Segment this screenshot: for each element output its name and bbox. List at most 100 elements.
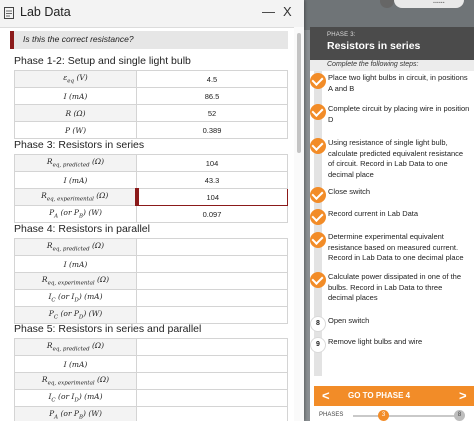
next-phase-icon[interactable]: > xyxy=(459,388,467,403)
lab-data-window: Lab Data — X Is this the correct resista… xyxy=(0,0,304,421)
value-input[interactable] xyxy=(136,289,288,307)
row-label-unit: (Ω) xyxy=(94,375,110,385)
table-row: P (W) 0.389 xyxy=(14,121,288,139)
table-row: Req, predicted (Ω) xyxy=(14,338,288,356)
row-label-unit: (or I xyxy=(55,392,75,402)
table-row: IC (or ID) (mA) xyxy=(14,289,288,307)
phase3-title: Phase 3: Resistors in series xyxy=(14,139,145,151)
phase4-table: Req, predicted (Ω) I (mA) Req, experimenta… xyxy=(14,238,288,324)
table-row: Req, experimental (Ω) 104 xyxy=(14,188,288,206)
phase4-title: Phase 4: Resistors in parallel xyxy=(14,223,150,235)
table-row: I (mA) xyxy=(14,355,288,373)
phase-dot-current[interactable]: 3 xyxy=(378,410,389,421)
phase12-table: εeq (V) 4.5 I (mA) 86.5 R (Ω) 52 P (W) 0.389 xyxy=(14,70,288,139)
phase5-table: Req, predicted (Ω) I (mA) Req, experimenta… xyxy=(14,338,288,421)
value-input[interactable]: 104 xyxy=(136,154,288,172)
value-input[interactable]: 0.389 xyxy=(136,121,288,139)
table-row: I (mA) 86.5 xyxy=(14,87,288,105)
value-input[interactable]: 0.097 xyxy=(136,205,288,223)
value-input[interactable] xyxy=(136,338,288,356)
value-input[interactable]: 4.5 xyxy=(136,70,288,88)
row-label: Req, experimental (Ω) xyxy=(14,272,137,290)
table-row: Req, predicted (Ω) xyxy=(14,238,288,256)
row-label: IC (or ID) (mA) xyxy=(14,389,137,407)
lab-scrollbar[interactable] xyxy=(294,27,304,421)
row-label-unit: (Ω) xyxy=(93,191,109,201)
table-row: PA (or PB) (W) 0.097 xyxy=(14,205,288,223)
table-row: R (Ω) 52 xyxy=(14,104,288,122)
row-label-unit: (Ω) xyxy=(89,341,105,351)
step-text: Calculate power dissipated in one of the… xyxy=(328,272,462,302)
row-label-unit: (Ω) xyxy=(94,275,110,285)
value-input[interactable]: 86.5 xyxy=(136,87,288,105)
close-button[interactable]: X xyxy=(283,4,292,19)
row-label-sub: eq, predicted xyxy=(52,246,90,253)
question-text: Is this the correct resistance? xyxy=(23,34,134,44)
row-label: PC (or PD) (W) xyxy=(14,306,137,324)
value-input[interactable] xyxy=(136,406,288,421)
steps-panel: PHASE 3: Resistors in series Complete th… xyxy=(310,27,474,421)
row-label-unit: (Ω) xyxy=(89,241,105,251)
steps-subtitle: Complete the following steps: xyxy=(327,61,419,68)
table-row: PA (or PB) (W) xyxy=(14,406,288,421)
value-input[interactable] xyxy=(136,306,288,324)
phase12-title: Phase 1-2: Setup and single light bulb xyxy=(14,55,191,67)
step-text: Determine experimental equivalent resist… xyxy=(328,232,464,262)
phase-label: PHASE 3: xyxy=(327,32,356,38)
row-label-sub: eq, experimental xyxy=(46,196,94,203)
question-banner: Is this the correct resistance? xyxy=(10,31,288,49)
phases-label: PHASES xyxy=(319,412,344,418)
value-input[interactable] xyxy=(136,389,288,407)
row-label: R (Ω) xyxy=(14,104,137,122)
row-label: PA (or PB) (W) xyxy=(14,406,137,421)
step-text: Using resistance of single light bulb, c… xyxy=(328,138,464,179)
table-row: Req, experimental (Ω) xyxy=(14,372,288,390)
table-row: εeq (V) 4.5 xyxy=(14,70,288,88)
lab-data-title: Lab Data xyxy=(20,5,71,19)
row-label-unit: (Ω) xyxy=(89,157,105,167)
row-label-unit2: ) (mA) xyxy=(78,292,103,302)
row-label: PA (or PB) (W) xyxy=(14,205,137,223)
row-label: εeq (V) xyxy=(14,70,137,88)
row-label-unit: (mA) xyxy=(66,259,88,269)
value-input[interactable]: 104 xyxy=(134,188,288,206)
row-label: IC (or ID) (mA) xyxy=(14,289,137,307)
row-label: P (W) xyxy=(14,121,137,139)
lab-scrollbar-thumb[interactable] xyxy=(297,33,301,153)
value-input[interactable] xyxy=(136,355,288,373)
row-label-unit2: ) (mA) xyxy=(78,392,103,402)
step-text: Place two light bulbs in circuit, in pos… xyxy=(328,73,468,93)
phase3-table: Req, predicted (Ω) 104 I (mA) 43.3 Req, expe… xyxy=(14,154,288,223)
row-label-sub: eq, predicted xyxy=(52,346,90,353)
value-input[interactable] xyxy=(136,238,288,256)
row-label: Req, experimental (Ω) xyxy=(14,188,137,206)
value-input[interactable] xyxy=(136,272,288,290)
checkmark-icon xyxy=(310,73,326,89)
value-input[interactable] xyxy=(136,255,288,273)
row-label-sub: eq, experimental xyxy=(47,380,95,387)
value-input[interactable] xyxy=(136,372,288,390)
minimize-button[interactable]: — xyxy=(262,4,275,19)
value-input[interactable]: 52 xyxy=(136,104,288,122)
row-label: Req, experimental (Ω) xyxy=(14,372,137,390)
prev-phase-icon[interactable]: < xyxy=(322,388,330,403)
table-row: Req, predicted (Ω) 104 xyxy=(14,154,288,172)
row-label: Req, predicted (Ω) xyxy=(14,154,137,172)
row-label: I (mA) xyxy=(14,87,137,105)
step-text: Remove light bulbs and wire xyxy=(328,337,423,346)
phase-title: Resistors in series xyxy=(327,40,421,52)
row-label-unit: (or I xyxy=(55,292,75,302)
step-text: Record current in Lab Data xyxy=(328,209,419,218)
step-number: 8 xyxy=(310,316,326,332)
step-text: Complete circuit by placing wire in posi… xyxy=(328,104,470,124)
phases-track xyxy=(353,415,459,417)
checkmark-icon xyxy=(310,232,326,248)
value-input[interactable]: 43.3 xyxy=(136,171,288,189)
checkmark-icon xyxy=(310,187,326,203)
checkmark-icon xyxy=(310,209,326,225)
lab-data-header: Lab Data — X xyxy=(0,0,304,28)
top-tab-button[interactable]: ...... xyxy=(394,0,464,8)
phase-dot-last[interactable]: 8 xyxy=(454,410,465,421)
go-to-phase-button[interactable]: < GO TO PHASE 4 > xyxy=(314,386,474,406)
table-row: I (mA) xyxy=(14,255,288,273)
